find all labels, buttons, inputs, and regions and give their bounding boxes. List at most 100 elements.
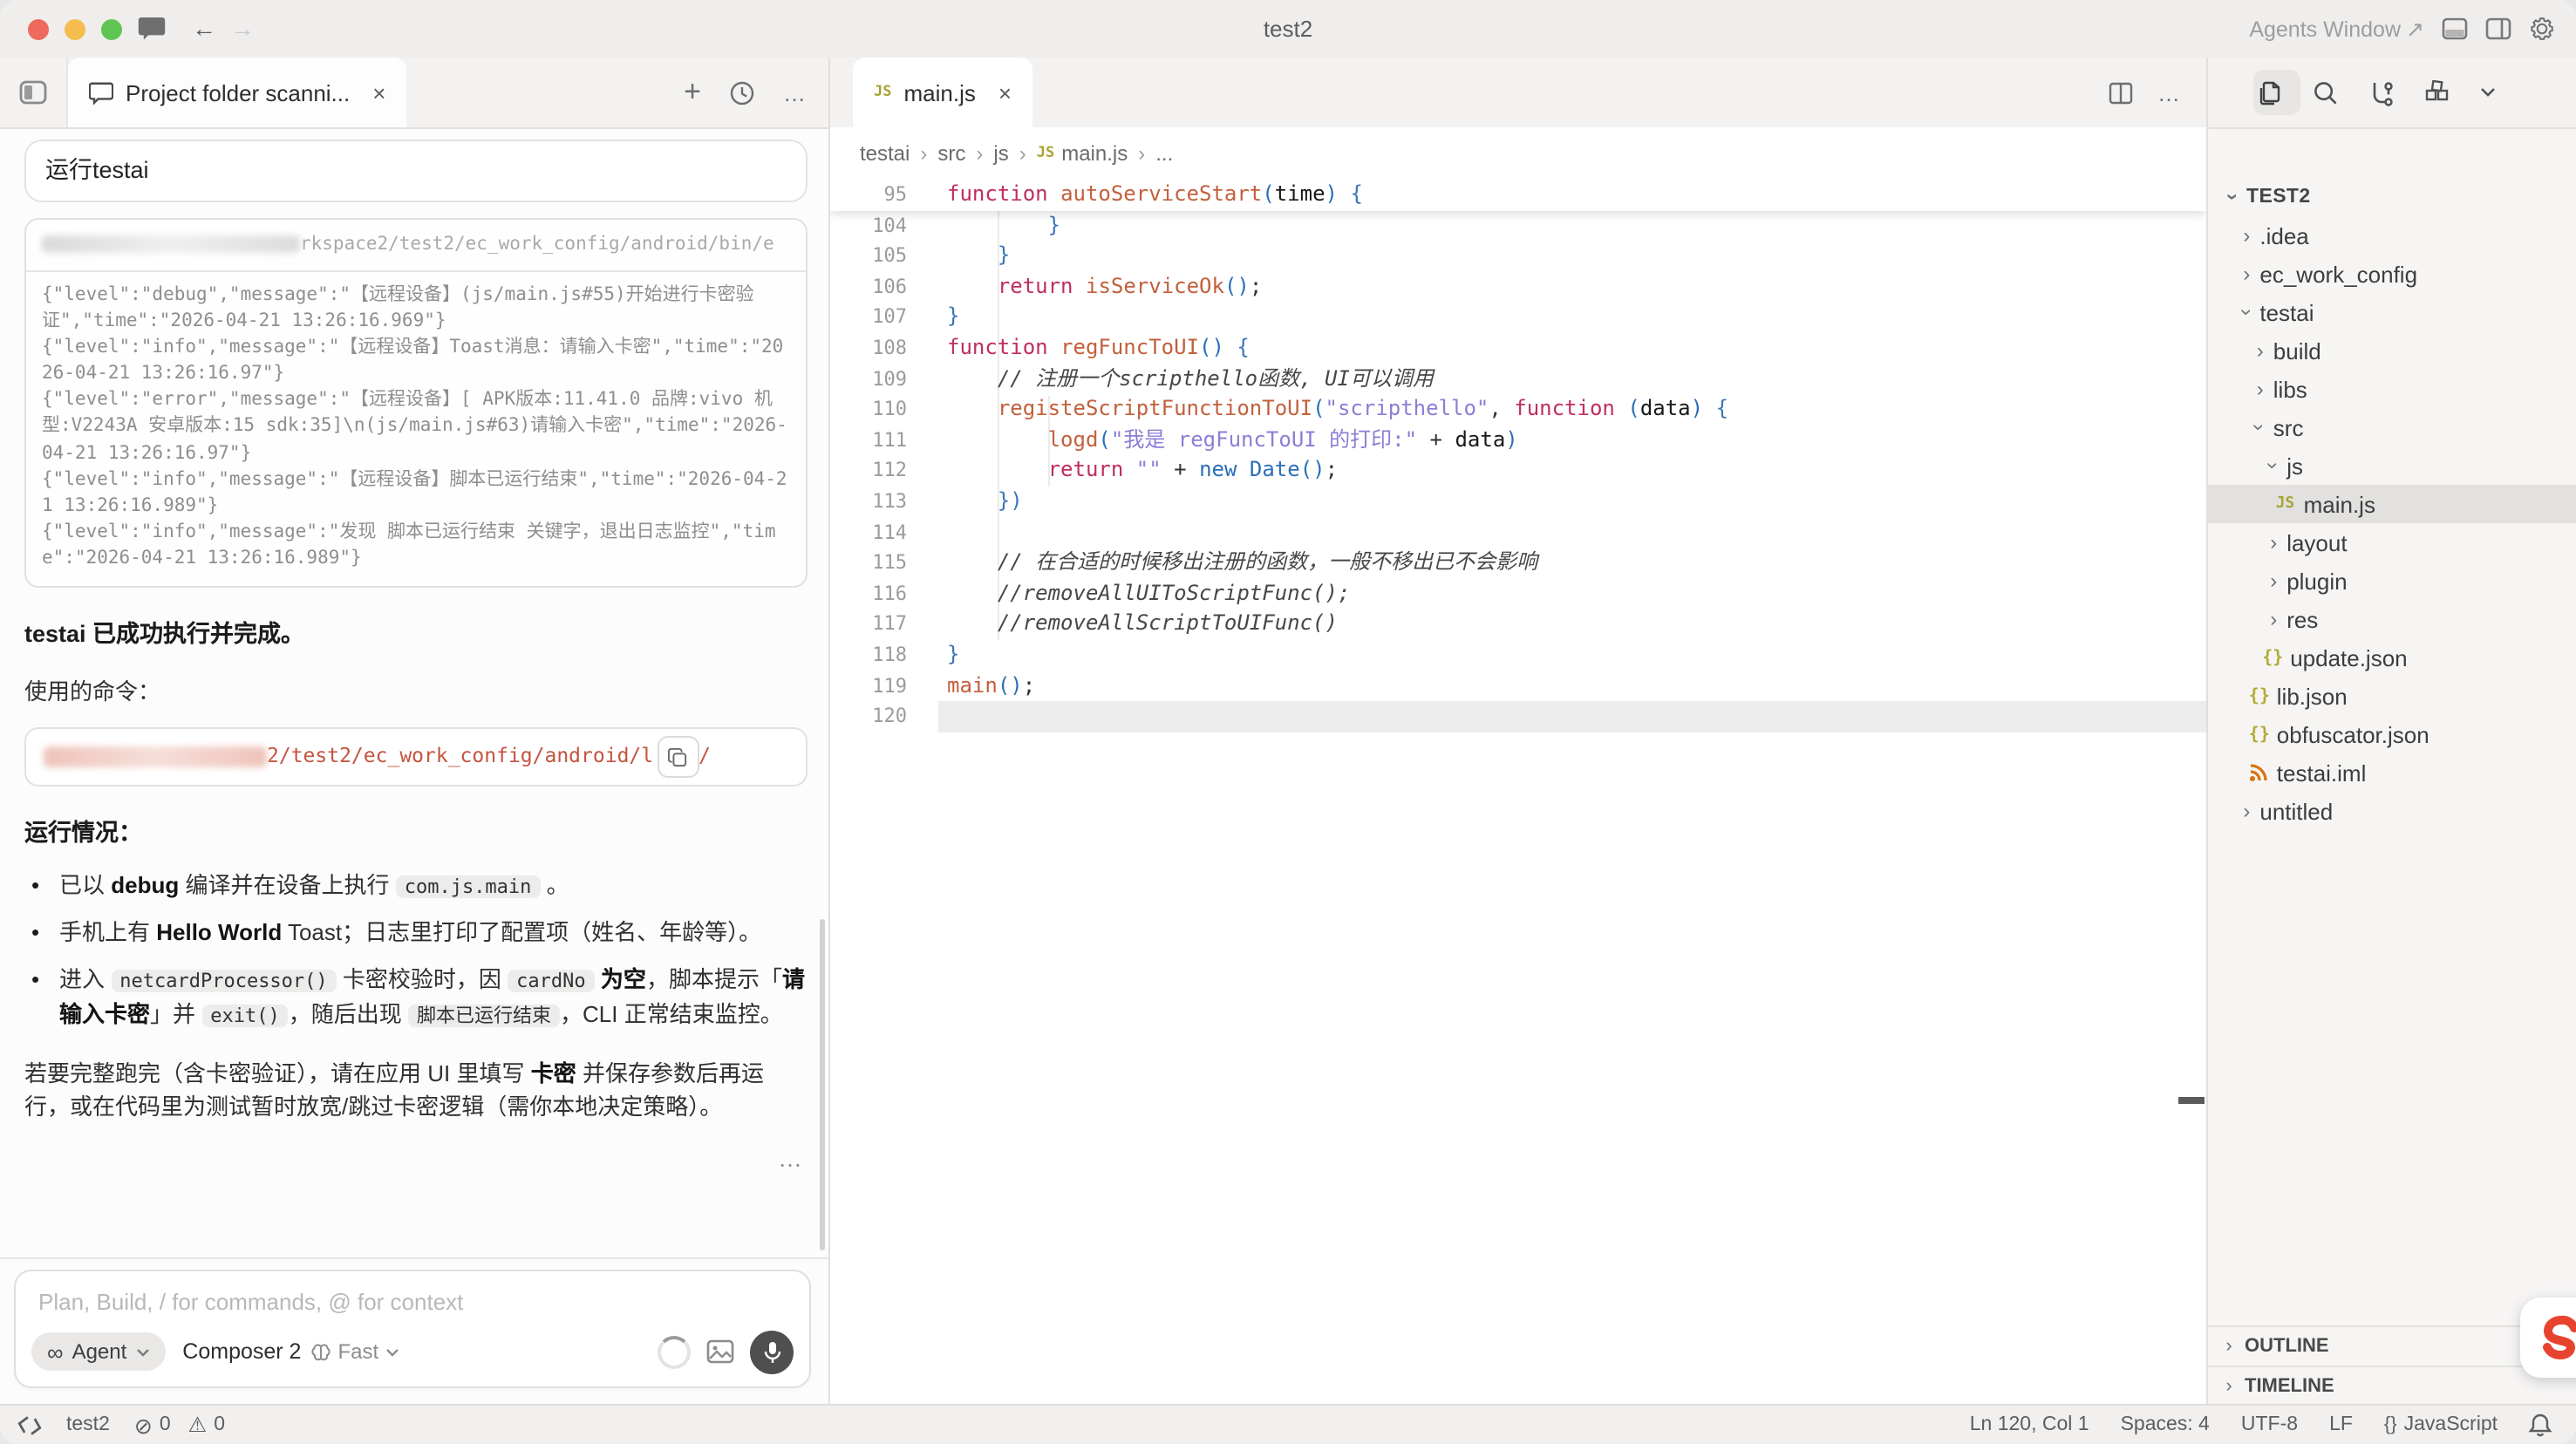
tree-item-src[interactable]: ›src: [2208, 408, 2576, 446]
chevron-right-icon: ›: [2262, 530, 2285, 555]
code-row-110[interactable]: 110 registeScriptFunctionToUI("scripthel…: [830, 394, 2206, 425]
code-row-105[interactable]: 105 }: [830, 241, 2206, 271]
editor-tab-close-icon[interactable]: ×: [998, 79, 1012, 106]
text-segment: Hello World: [156, 919, 282, 945]
sidebar-more-chevron-icon[interactable]: [2480, 87, 2496, 98]
sticky-code-row[interactable]: 95function autoServiceStart(time) {: [830, 180, 2206, 210]
breadcrumb-item-mainjs[interactable]: JSmain.js: [1037, 141, 1128, 166]
encoding[interactable]: UTF-8: [2241, 1414, 2298, 1435]
code-row-118[interactable]: 118}: [830, 640, 2206, 671]
cursor-position[interactable]: Ln 120, Col 1: [1970, 1414, 2089, 1435]
tree-item-test2[interactable]: ›TEST2: [2208, 178, 2576, 216]
code-row-114[interactable]: 114: [830, 517, 2206, 548]
log-lines: {"level":"debug","message":"【远程设备】(js/ma…: [26, 272, 806, 586]
tree-item-ec-work-config[interactable]: ›ec_work_config: [2208, 255, 2576, 293]
sidebar-toggle-icon[interactable]: [0, 58, 68, 127]
tree-item-obfuscator-json[interactable]: {}obfuscator.json: [2208, 715, 2576, 753]
timeline-section[interactable]: ›TIMELINE: [2208, 1366, 2576, 1406]
remote-indicator-icon[interactable]: [17, 1415, 42, 1434]
code-row-115[interactable]: 115 // 在合适的时候移出注册的函数，一般不移出已不会影响: [830, 548, 2206, 578]
copy-icon[interactable]: [657, 736, 699, 778]
chat-more-icon[interactable]: …: [783, 79, 808, 106]
tree-item-plugin[interactable]: ›plugin: [2208, 562, 2576, 600]
tree-item-testai[interactable]: ›testai: [2208, 293, 2576, 331]
tree-item-lib-json[interactable]: {}lib.json: [2208, 677, 2576, 715]
code-row-113[interactable]: 113 }): [830, 487, 2206, 517]
code-area[interactable]: 95function autoServiceStart(time) { 104 …: [830, 180, 2206, 1406]
code-row-104[interactable]: 104 }: [830, 210, 2206, 241]
code-row-111[interactable]: 111 logd("我是 regFuncToUI 的打印:" + data): [830, 426, 2206, 456]
tree-item-update-json[interactable]: {}update.json: [2208, 638, 2576, 677]
user-message[interactable]: 运行testai: [24, 140, 808, 201]
code-row-112[interactable]: 112 return "" + new Date();: [830, 456, 2206, 487]
microphone-button[interactable]: [750, 1330, 794, 1373]
summary-title: testai 已成功执行并完成。: [24, 617, 808, 651]
breadcrumb[interactable]: testai›src›js›JSmain.js›...: [830, 127, 2206, 180]
code-row-107[interactable]: 107}: [830, 303, 2206, 333]
breadcrumb-item-js[interactable]: js: [993, 141, 1008, 166]
tree-item-untitled[interactable]: ›untitled: [2208, 792, 2576, 830]
tree-item-build[interactable]: ›build: [2208, 331, 2576, 370]
tree-item-libs[interactable]: ›libs: [2208, 370, 2576, 408]
breadcrumb-item-src[interactable]: src: [937, 141, 965, 166]
line-number: 116: [830, 578, 907, 609]
eol-type[interactable]: LF: [2329, 1414, 2353, 1435]
layout-sidebar-right-icon[interactable]: [2485, 17, 2511, 40]
breadcrumb-item-[interactable]: ...: [1155, 141, 1173, 166]
editor-more-icon[interactable]: …: [2157, 79, 2182, 106]
split-editor-icon[interactable]: [2109, 81, 2133, 104]
extensions-icon[interactable]: [2424, 79, 2450, 106]
explorer-files-icon[interactable]: [2257, 79, 2283, 106]
code-lines[interactable]: 104 }105 }106 return isServiceOk();107}1…: [830, 210, 2206, 732]
statusbar-project[interactable]: test2: [66, 1414, 110, 1435]
history-icon[interactable]: [729, 79, 755, 106]
tree-item-layout[interactable]: ›layout: [2208, 523, 2576, 562]
chat-scrollbar[interactable]: [820, 919, 825, 1250]
chat-tab-close-icon[interactable]: ×: [372, 79, 385, 106]
search-icon[interactable]: [2313, 79, 2339, 106]
line-content: return "" + new Date();: [907, 456, 1338, 487]
overview-ruler-marker[interactable]: [2178, 1097, 2205, 1104]
log-line: {"level":"debug","message":"【远程设备】(js/ma…: [42, 283, 790, 335]
model-selector[interactable]: Composer 2 Fast: [182, 1339, 399, 1364]
code-row-117[interactable]: 117 //removeAllScriptToUIFunc(): [830, 610, 2206, 640]
floating-app-logo[interactable]: [2520, 1298, 2576, 1378]
chat-conversation[interactable]: 运行testai rkspace2/test2/ec_work_config/a…: [0, 127, 828, 1221]
image-attach-icon[interactable]: [706, 1339, 734, 1364]
tree-item-res[interactable]: ›res: [2208, 600, 2576, 638]
settings-gear-icon[interactable]: [2529, 16, 2555, 42]
code-row-120[interactable]: 120: [830, 701, 2206, 732]
indentation[interactable]: Spaces: 4: [2121, 1414, 2210, 1435]
layout-panel-icon[interactable]: [2442, 17, 2468, 40]
code-row-116[interactable]: 116 //removeAllUIToScriptFunc();: [830, 578, 2206, 609]
language-mode[interactable]: {} JavaScript: [2384, 1414, 2498, 1435]
notifications-bell-icon[interactable]: [2529, 1413, 2552, 1437]
message-more-button[interactable]: …: [24, 1141, 808, 1175]
code-row-119[interactable]: 119main();: [830, 671, 2206, 701]
tree-item-main-js[interactable]: JSmain.js: [2208, 485, 2576, 523]
chat-input[interactable]: Plan, Build, / for commands, @ for conte…: [14, 1270, 811, 1388]
new-chat-button[interactable]: +: [684, 75, 701, 110]
problems-indicator[interactable]: ⊘0 ⚠0: [134, 1412, 225, 1438]
log-path: rkspace2/test2/ec_work_config/android/bi…: [26, 219, 806, 272]
breadcrumb-item-testai[interactable]: testai: [860, 141, 910, 166]
agents-window-link[interactable]: Agents Window↗: [2249, 16, 2424, 42]
code-row-106[interactable]: 106 return isServiceOk();: [830, 272, 2206, 303]
redacted-command: [44, 746, 267, 767]
chevron-down-icon: [135, 1347, 149, 1356]
tree-item--idea[interactable]: ›.idea: [2208, 216, 2576, 255]
chevron-right-icon: ›: [2249, 377, 2272, 401]
editor-tab-mainjs[interactable]: JS main.js ×: [853, 58, 1032, 127]
tree-item-testai-iml[interactable]: testai.iml: [2208, 753, 2576, 792]
source-control-icon[interactable]: [2368, 79, 2395, 106]
chevron-down-icon: ›: [2261, 454, 2286, 477]
sticky-scroll-line[interactable]: 95function autoServiceStart(time) {: [830, 180, 2206, 210]
json-file-icon: {}: [2249, 686, 2275, 705]
code-row-109[interactable]: 109 // 注册一个scripthello函数, UI可以调用: [830, 364, 2206, 394]
line-content: function autoServiceStart(time) {: [907, 180, 1363, 210]
tree-item-js[interactable]: ›js: [2208, 446, 2576, 485]
inline-code-chip: netcardProcessor(): [111, 969, 336, 991]
code-row-108[interactable]: 108function regFuncToUI() {: [830, 333, 2206, 364]
chat-tab[interactable]: Project folder scanni... ×: [68, 58, 406, 127]
agent-mode-dropdown[interactable]: ∞ Agent: [31, 1332, 165, 1371]
